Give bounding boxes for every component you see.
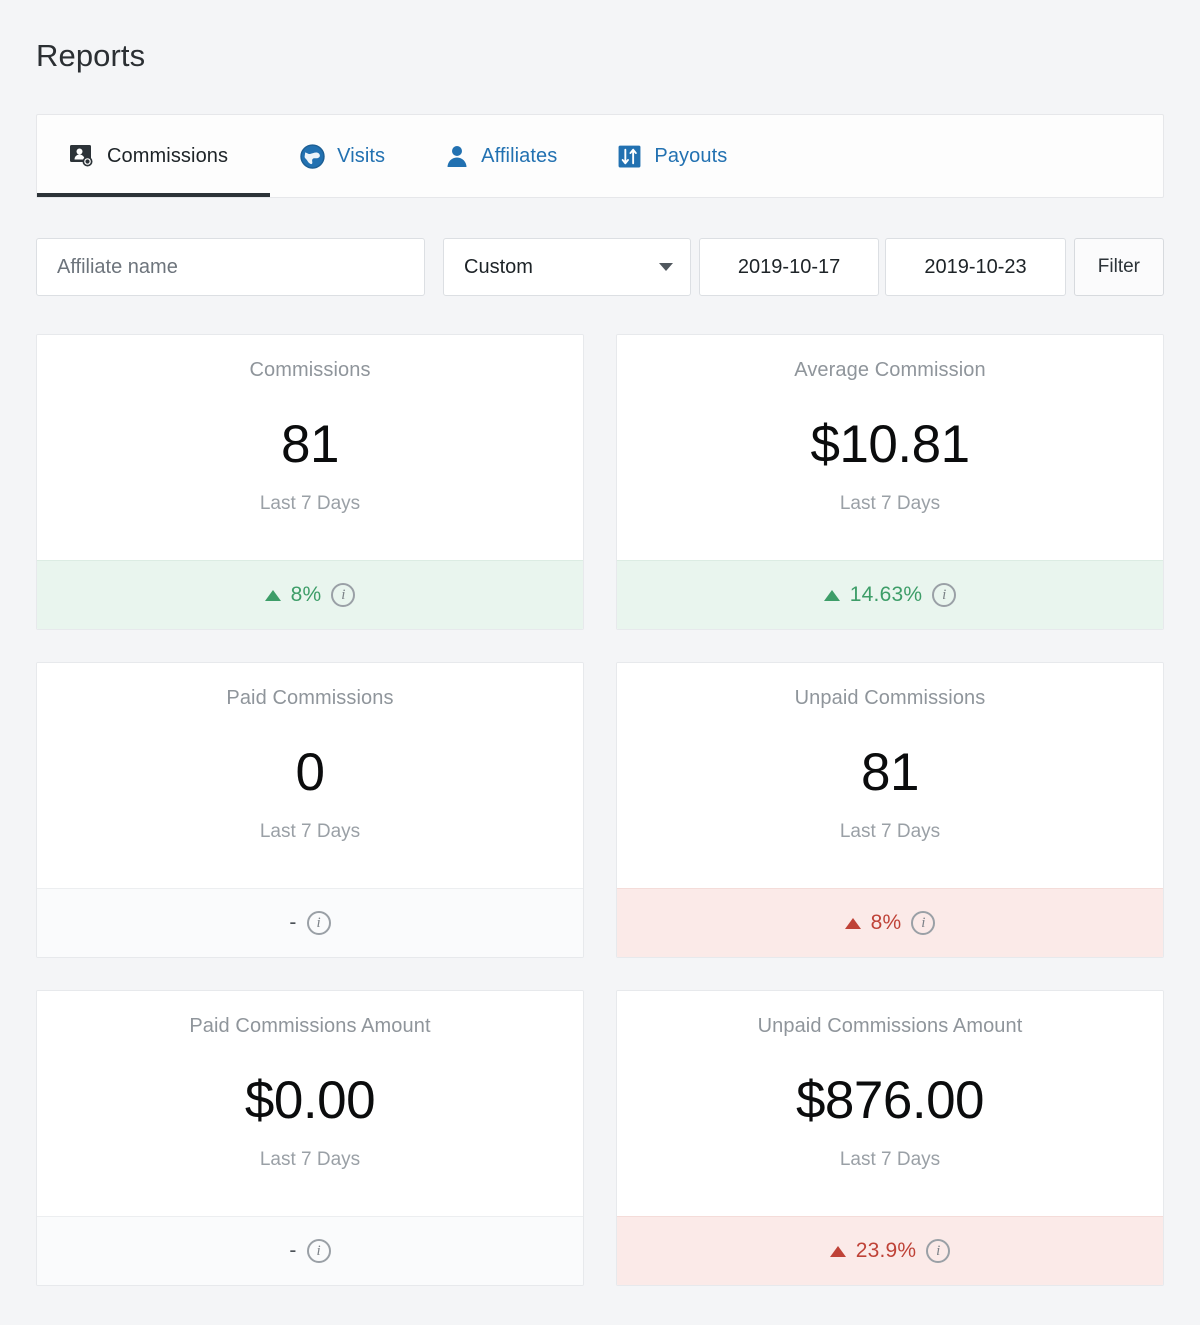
card-body: Paid Commissions Amount $0.00 Last 7 Day… <box>37 991 583 1216</box>
commissions-icon <box>69 143 95 169</box>
info-icon[interactable]: i <box>307 1239 331 1263</box>
card-change-footer: 23.9% i <box>617 1216 1163 1285</box>
card-period: Last 7 Days <box>260 821 360 843</box>
card-change-value: 8% <box>291 583 322 607</box>
tab-payouts[interactable]: Payouts <box>587 115 757 197</box>
card-period: Last 7 Days <box>840 493 940 515</box>
triangle-up-icon <box>830 1246 846 1257</box>
chevron-down-icon <box>659 263 673 271</box>
card-change-footer: 14.63% i <box>617 560 1163 629</box>
card-period: Last 7 Days <box>840 1149 940 1171</box>
card-title: Unpaid Commissions <box>795 687 986 710</box>
card-change-value: 14.63% <box>850 583 922 607</box>
card-period: Last 7 Days <box>260 493 360 515</box>
card-value: $876.00 <box>796 1074 984 1127</box>
page-title: Reports <box>36 0 1164 74</box>
tab-affiliates[interactable]: Affiliates <box>415 115 587 197</box>
card-body: Average Commission $10.81 Last 7 Days <box>617 335 1163 560</box>
info-icon[interactable]: i <box>331 583 355 607</box>
card-change-footer: - i <box>37 888 583 957</box>
tab-label: Visits <box>337 145 385 168</box>
date-to-input[interactable]: 2019-10-23 <box>885 238 1065 296</box>
info-icon[interactable]: i <box>307 911 331 935</box>
card-value: $10.81 <box>810 418 969 471</box>
report-card-average-commission: Average Commission $10.81 Last 7 Days 14… <box>616 334 1164 630</box>
card-change-footer: - i <box>37 1216 583 1285</box>
report-card-paid-commissions: Paid Commissions 0 Last 7 Days - i <box>36 662 584 958</box>
card-body: Paid Commissions 0 Last 7 Days <box>37 663 583 888</box>
tab-label: Affiliates <box>481 145 557 168</box>
report-card-unpaid-commissions-amount: Unpaid Commissions Amount $876.00 Last 7… <box>616 990 1164 1286</box>
card-value: 81 <box>861 746 919 799</box>
date-range-select[interactable]: Custom <box>443 238 691 296</box>
card-period: Last 7 Days <box>260 1149 360 1171</box>
info-icon[interactable]: i <box>926 1239 950 1263</box>
triangle-up-icon <box>824 590 840 601</box>
info-icon[interactable]: i <box>932 583 956 607</box>
report-cards-grid: Commissions 81 Last 7 Days 8% i Average … <box>36 334 1164 1286</box>
report-card-commissions: Commissions 81 Last 7 Days 8% i <box>36 334 584 630</box>
card-value: 81 <box>281 418 339 471</box>
card-change-value: 23.9% <box>856 1239 917 1263</box>
report-card-paid-commissions-amount: Paid Commissions Amount $0.00 Last 7 Day… <box>36 990 584 1286</box>
card-change-value: 8% <box>871 911 902 935</box>
report-card-unpaid-commissions: Unpaid Commissions 81 Last 7 Days 8% i <box>616 662 1164 958</box>
card-value: $0.00 <box>245 1074 375 1127</box>
card-title: Average Commission <box>794 359 986 382</box>
filter-button[interactable]: Filter <box>1074 238 1164 296</box>
date-from-input[interactable]: 2019-10-17 <box>699 238 879 296</box>
report-tabs: Commissions Visits Affiliates <box>36 114 1164 198</box>
card-title: Commissions <box>249 359 370 382</box>
tab-commissions[interactable]: Commissions <box>37 115 270 197</box>
payouts-icon <box>617 144 642 169</box>
reports-page: Reports Commissions <box>0 0 1200 1325</box>
card-change-footer: 8% i <box>37 560 583 629</box>
card-change-value: - <box>289 911 296 935</box>
card-value: 0 <box>296 746 325 799</box>
card-change-footer: 8% i <box>617 888 1163 957</box>
triangle-up-icon <box>845 918 861 929</box>
triangle-up-icon <box>265 590 281 601</box>
tab-label: Commissions <box>107 145 228 168</box>
globe-icon <box>300 144 325 169</box>
tab-label: Payouts <box>654 145 727 168</box>
card-change-value: - <box>289 1239 296 1263</box>
filter-bar: Custom 2019-10-17 2019-10-23 Filter <box>36 238 1164 296</box>
card-title: Paid Commissions Amount <box>189 1015 430 1038</box>
card-body: Unpaid Commissions 81 Last 7 Days <box>617 663 1163 888</box>
info-icon[interactable]: i <box>911 911 935 935</box>
affiliate-name-input[interactable] <box>36 238 425 296</box>
card-body: Commissions 81 Last 7 Days <box>37 335 583 560</box>
card-title: Unpaid Commissions Amount <box>758 1015 1023 1038</box>
card-period: Last 7 Days <box>840 821 940 843</box>
person-icon <box>445 144 469 169</box>
date-range-value: Custom <box>464 256 533 279</box>
card-body: Unpaid Commissions Amount $876.00 Last 7… <box>617 991 1163 1216</box>
card-title: Paid Commissions <box>226 687 393 710</box>
tab-visits[interactable]: Visits <box>270 115 415 197</box>
